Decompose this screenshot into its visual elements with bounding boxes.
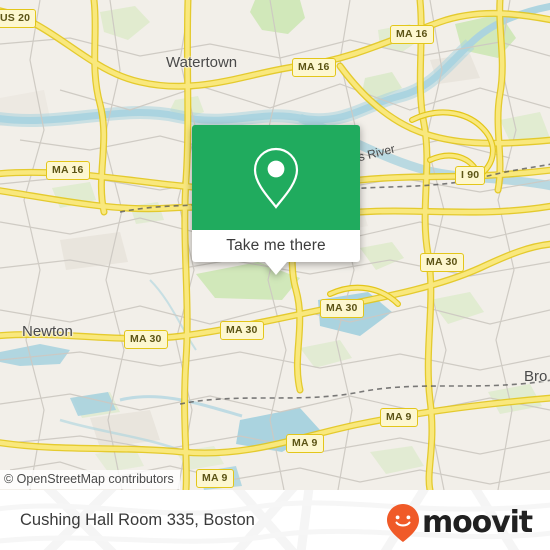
road-shield-us-20: US 20: [0, 9, 37, 28]
road-shield-ma-30-right: MA 30: [420, 253, 464, 272]
take-me-there-label: Take me there: [226, 237, 326, 254]
popup-tail-pointer: [265, 262, 287, 275]
road-shield-ma-16-left: MA 16: [46, 161, 90, 180]
location-title: Cushing Hall Room 335, Boston: [20, 510, 255, 529]
osm-attribution[interactable]: © OpenStreetMap contributors: [0, 470, 180, 489]
road-shield-ma-9-center: MA 9: [286, 434, 324, 453]
road-shield-ma-9-left: MA 9: [196, 469, 234, 488]
road-shield-ma-16-top: MA 16: [292, 58, 336, 77]
moovit-map-screenshot: Watertown Newton Bro es River US 20 MA 1…: [0, 0, 550, 550]
moovit-wordmark: moovit: [421, 505, 533, 540]
road-shield-ma-30-center: MA 30: [320, 299, 364, 318]
road-shield-ma-9-right: MA 9: [380, 408, 418, 427]
place-label-newton: Newton: [22, 323, 73, 340]
moovit-brand-logo[interactable]: moovit: [386, 503, 533, 543]
moovit-pin-smiley-icon: [386, 504, 419, 542]
place-label-watertown: Watertown: [166, 54, 238, 71]
location-popup-card[interactable]: Take me there: [192, 125, 360, 275]
popup-pin-area: [192, 125, 360, 230]
place-label-brookline: Bro: [524, 368, 548, 385]
road-shield-ma-30-mid: MA 30: [220, 321, 264, 340]
road-shield-ma-30-left: MA 30: [124, 330, 168, 349]
map-canvas[interactable]: Watertown Newton Bro es River US 20 MA 1…: [0, 0, 550, 490]
popup-action-bar[interactable]: Take me there: [192, 230, 360, 275]
road-shield-ma-16-topright: MA 16: [390, 25, 434, 44]
bottom-info-bar: Cushing Hall Room 335, Boston moovit: [0, 490, 550, 550]
location-pin-icon: [253, 147, 299, 209]
road-shield-i-90: I 90: [455, 166, 486, 185]
